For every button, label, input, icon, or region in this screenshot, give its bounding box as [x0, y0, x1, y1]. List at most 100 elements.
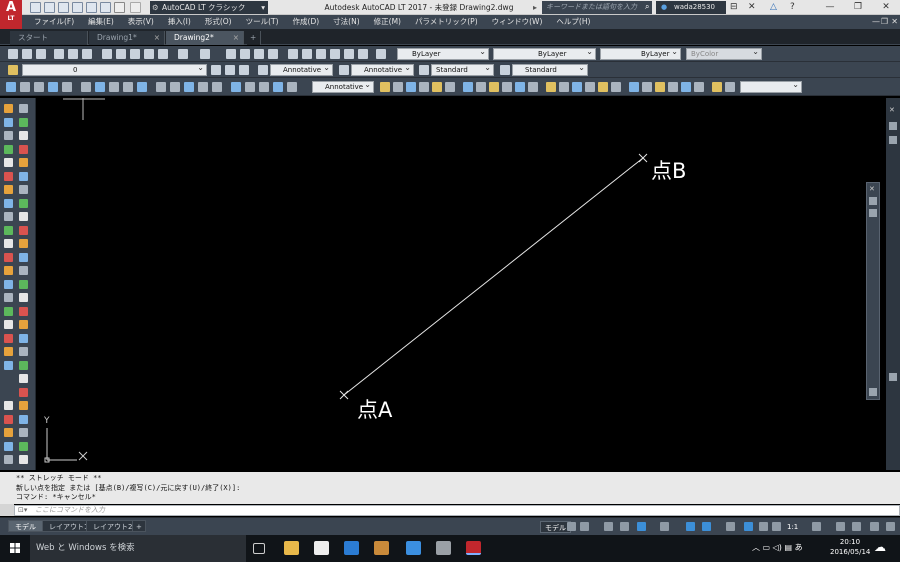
draw-tool-icon[interactable] — [4, 144, 13, 154]
jogged-dim-icon[interactable] — [81, 82, 91, 92]
draw-tool-icon[interactable] — [4, 306, 13, 316]
block-editor-icon[interactable] — [158, 49, 168, 59]
properties-palette-collapsed[interactable]: ✕ — [866, 182, 880, 400]
hardware-acceleration-icon[interactable] — [852, 522, 861, 531]
modify-tool-icon[interactable] — [19, 360, 28, 370]
modify-tool-icon[interactable] — [19, 239, 28, 248]
autocad-taskbar-icon[interactable] — [466, 541, 481, 555]
menu-window[interactable]: ウィンドウ(W) — [485, 15, 550, 29]
layer-state-icon[interactable] — [239, 65, 249, 75]
new-icon[interactable] — [30, 2, 41, 13]
edge-icon[interactable] — [344, 541, 359, 555]
save-icon[interactable] — [58, 2, 69, 13]
isometric-icon[interactable] — [620, 522, 629, 531]
layer-previous-icon[interactable] — [225, 65, 235, 75]
modify-tool-icon[interactable] — [19, 387, 28, 397]
modify-tool-icon[interactable] — [546, 82, 556, 92]
qnew-icon[interactable] — [22, 49, 32, 59]
search-arrow-icon[interactable]: ▸ — [533, 3, 537, 12]
undo-icon[interactable] — [114, 2, 125, 13]
grid-icon[interactable] — [567, 522, 576, 531]
object-snap-tracking-icon[interactable] — [660, 522, 669, 531]
dim-style-select[interactable]: Annotative — [351, 64, 414, 76]
tab-model[interactable]: モデル — [8, 520, 43, 532]
command-input[interactable]: ⊡▾ ここにコマンドを入力 — [14, 505, 900, 516]
menu-file[interactable]: ファイル(F) — [22, 15, 81, 29]
baseline-dim-icon[interactable] — [137, 82, 147, 92]
modify-tool-icon[interactable] — [19, 455, 28, 464]
modify-tool-icon[interactable] — [19, 401, 28, 410]
draw-tool-icon[interactable] — [4, 117, 13, 127]
internet-explorer-icon[interactable] — [406, 541, 421, 555]
color-control-select[interactable]: ByLayer — [397, 48, 489, 60]
table-style-icon[interactable] — [419, 65, 429, 75]
point-a-marker[interactable] — [339, 390, 349, 400]
taskbar-search[interactable]: Web と Windows を検索 — [30, 535, 246, 562]
menu-edit[interactable]: 編集(E) — [81, 15, 121, 29]
text-style-icon[interactable] — [258, 65, 268, 75]
zoom-window-icon[interactable] — [254, 49, 264, 59]
modify-tool-icon[interactable] — [681, 82, 691, 92]
modify-tool-icon[interactable] — [19, 428, 28, 437]
draw-tool-icon[interactable] — [4, 347, 13, 356]
tab-drawing1[interactable]: Drawing1* × — [89, 31, 165, 45]
modify-tool-icon[interactable] — [725, 82, 735, 92]
tab-start[interactable]: スタート — [10, 31, 88, 45]
modify-tool-icon[interactable] — [19, 104, 28, 113]
modify-tool-icon[interactable] — [572, 82, 582, 92]
open-icon[interactable] — [36, 49, 46, 59]
object-snap-icon[interactable] — [686, 522, 695, 531]
notification-icon[interactable]: ▤ — [784, 543, 794, 552]
modify-tool-icon[interactable] — [19, 266, 28, 275]
plus-icon[interactable] — [836, 522, 845, 531]
annotation-scale-value[interactable]: 1:1 — [787, 521, 798, 533]
doc-minimize-button[interactable]: — — [872, 15, 880, 29]
workspace-select[interactable]: ⚙ AutoCAD LT クラシック ▾ — [150, 1, 268, 14]
ortho-icon[interactable] — [604, 522, 613, 531]
settings-icon[interactable] — [869, 209, 877, 217]
linetype-control-select[interactable]: ByLayer — [493, 48, 596, 60]
modify-tool-icon[interactable] — [19, 212, 28, 221]
task-view-icon[interactable] — [253, 543, 265, 554]
design-center-icon[interactable] — [302, 49, 312, 59]
file-explorer-icon[interactable] — [284, 541, 299, 555]
modify-tool-icon[interactable] — [393, 82, 403, 92]
help-icon[interactable]: ? — [790, 0, 802, 15]
copy-icon[interactable] — [116, 49, 126, 59]
draw-tool-icon[interactable] — [4, 360, 13, 370]
modify-tool-icon[interactable] — [642, 82, 652, 92]
modify-tool-icon[interactable] — [19, 320, 28, 329]
draw-tool-icon[interactable] — [4, 212, 13, 221]
modify-tool-icon[interactable] — [19, 441, 28, 451]
minimize-button[interactable]: — — [816, 0, 844, 15]
modify-tool-icon[interactable] — [19, 414, 28, 424]
search-input[interactable]: キーワードまたは語句を入力 — [542, 1, 652, 14]
modify-tool-icon[interactable] — [406, 82, 416, 92]
dim-style-control-select[interactable]: Annotative — [312, 81, 374, 93]
new-tab-button[interactable]: + — [247, 31, 261, 45]
properties-icon[interactable] — [288, 49, 298, 59]
connect-icon[interactable]: △ — [770, 0, 782, 15]
diameter-dim-icon[interactable] — [95, 82, 105, 92]
modify-tool-icon[interactable] — [712, 82, 722, 92]
draw-tool-icon[interactable] — [4, 333, 13, 343]
redo-icon[interactable] — [200, 49, 210, 59]
modify-tool-icon[interactable] — [19, 185, 28, 194]
add-layout-button[interactable]: + — [132, 520, 146, 532]
draw-tool-icon[interactable] — [4, 252, 13, 262]
clean-screen-icon[interactable] — [870, 522, 879, 531]
volume-icon[interactable]: ◁) — [773, 543, 785, 552]
preview-icon[interactable] — [68, 49, 78, 59]
taskbar-clock[interactable]: 20:10 2016/05/14 — [830, 537, 870, 561]
close-button[interactable]: ✕ — [872, 0, 900, 15]
modify-tool-icon[interactable] — [19, 306, 28, 316]
annotation-scale-icon[interactable] — [772, 522, 781, 531]
continue-dim-icon[interactable] — [156, 82, 166, 92]
doc-close-button[interactable]: ✕ — [891, 15, 898, 29]
exchange-icon[interactable]: ✕ — [748, 0, 760, 15]
close-icon[interactable]: × — [233, 31, 239, 45]
inspection-icon[interactable] — [231, 82, 241, 92]
drawing-canvas[interactable]: 点A 点B Y — [37, 98, 886, 470]
sheet-set-icon[interactable] — [330, 49, 340, 59]
modify-tool-icon[interactable] — [528, 82, 538, 92]
